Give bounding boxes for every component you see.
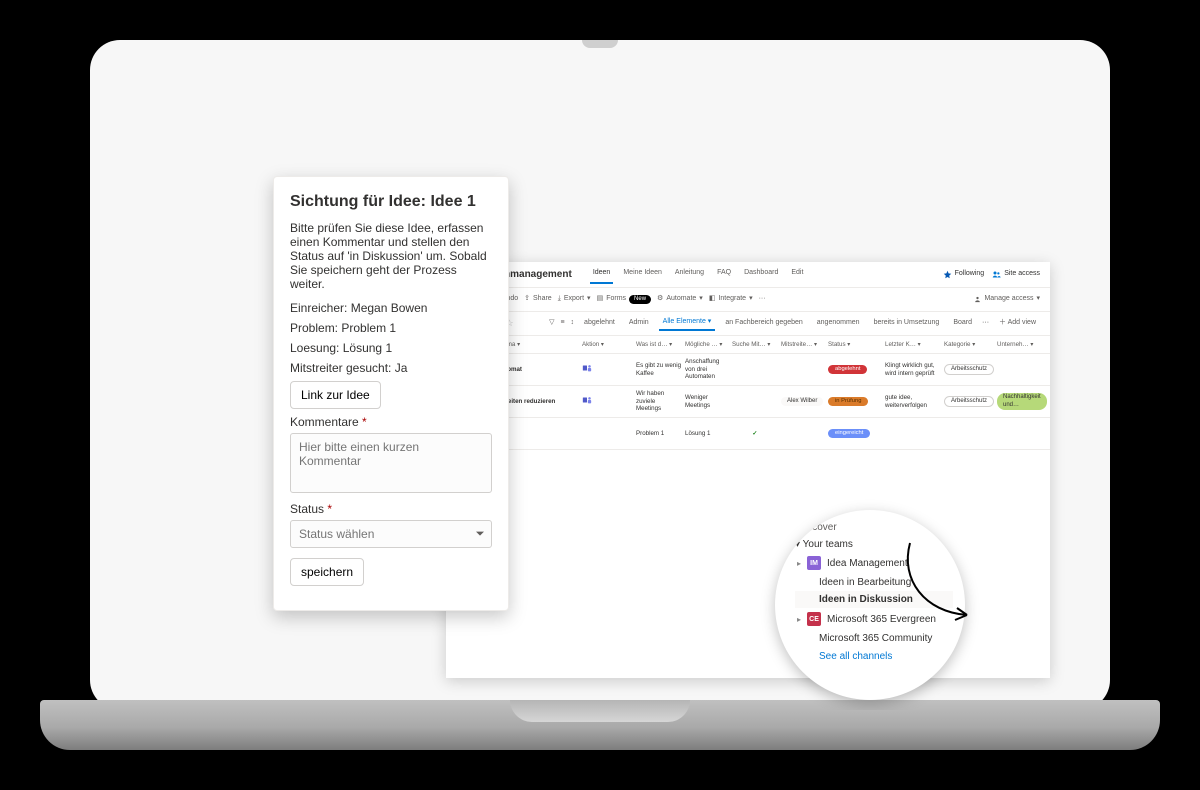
forms-button[interactable]: ▤FormsNew [597,295,651,304]
comment-input[interactable] [290,433,492,493]
team-avatar: CE [807,612,821,626]
share-button[interactable]: ⇪Share [524,295,552,303]
row-kategorie: Arbeitsschutz [944,396,994,407]
see-all-channels-link[interactable]: See all channels [819,651,892,662]
integrate-button[interactable]: ◧Integrate▾ [709,295,753,303]
table-row[interactable]: Meeting Zeiten reduzieren Wir haben zuvi… [446,386,1050,418]
teams-icon[interactable] [582,395,608,407]
nav-tab-anleitung[interactable]: Anleitung [672,265,707,283]
list-header: Ideen ☆ ▽≡↕abgelehntAdminAlle Elemente ▾… [446,312,1050,336]
row-suche: ✓ [732,430,778,437]
status-select[interactable] [290,520,492,548]
command-bar: ＋New▾ ↶Undo ⇪Share ⤓Export▾ ▤FormsNew ⚙A… [446,288,1050,312]
row-kategorie: Arbeitsschutz [944,364,994,375]
save-button[interactable]: speichern [290,558,364,586]
channel-item[interactable]: Microsoft 365 Community [795,630,953,647]
team-avatar: IM [807,556,821,570]
swap-icon[interactable]: ↕ [571,319,575,327]
ideas-table: Idee / Thema ▾Aktion ▾ Was ist d… ▾Mögli… [446,336,1050,450]
nav-tab-meine-ideen[interactable]: Meine Ideen [620,265,665,283]
star-icon [943,270,952,279]
column-header[interactable]: Mitstreite… ▾ [781,341,825,348]
filter-icon[interactable]: ▽ [549,319,554,327]
table-row[interactable]: Kaffeeautomat Es gibt zu wenig KaffeeAns… [446,354,1050,386]
channel-item[interactable]: Ideen in Bearbeitung [795,574,953,591]
column-header[interactable]: Was ist d… ▾ [636,341,682,348]
views-overflow[interactable]: ··· [982,319,989,327]
your-teams-label: ▾ Your teams [795,539,953,550]
teams-zoom-preview: iscover ▾ Your teams ▸IMIdea ManagementI… [775,510,965,700]
add-view-button[interactable]: ＋ Add view [995,317,1040,329]
column-header[interactable]: Unterneh… ▾ [997,341,1043,348]
nav-tab-edit[interactable]: Edit [788,265,806,283]
row-status: eingereicht [828,429,882,439]
team-item[interactable]: ▸IMIdea Management [795,552,953,574]
view-abgelehnt[interactable]: abgelehnt [580,317,619,329]
loesung-field: Loesung: Lösung 1 [290,341,492,355]
person-icon [974,296,981,303]
export-button[interactable]: ⤓Export▾ [558,295,591,303]
column-header[interactable]: Status ▾ [828,341,882,348]
following-link[interactable]: Following [943,270,985,279]
column-header[interactable]: Mögliche … ▾ [685,341,729,348]
row-unternehmen: Nachhaltigkeit und… [997,393,1043,409]
view-an-fachbereich-gegeben[interactable]: an Fachbereich gegeben [721,317,806,329]
manage-access-button[interactable]: Manage access▾ [974,295,1040,303]
row-kommentar: gute idee, weiterverfolgen [885,394,941,409]
review-form-card: Sichtung für Idee: Idee 1 Bitte prüfen S… [273,176,509,611]
view-alle-elemente[interactable]: Alle Elemente ▾ [659,316,716,330]
row-loesung: Lösung 1 [685,430,729,437]
row-was: Problem 1 [636,430,682,437]
view-board[interactable]: Board [949,317,976,329]
nav-tab-faq[interactable]: FAQ [714,265,734,283]
automate-button[interactable]: ⚙Automate▾ [657,295,703,303]
people-icon [992,270,1001,279]
link-to-idea-button[interactable]: Link zur Idee [290,381,381,409]
form-description: Bitte prüfen Sie diese Idee, erfassen ei… [290,221,492,291]
nav-tab-dashboard[interactable]: Dashboard [741,265,781,283]
table-header: Idee / Thema ▾Aktion ▾ Was ist d… ▾Mögli… [446,336,1050,354]
teams-icon[interactable] [582,363,608,375]
column-header[interactable]: Aktion ▾ [582,341,608,348]
row-loesung: Anschaffung von drei Automaten [685,358,729,380]
table-row[interactable]: Idee 1 Problem 1Lösung 1✓eingereicht [446,418,1050,450]
site-access-link[interactable]: Site access [992,270,1040,279]
overflow-button[interactable]: ··· [759,295,766,303]
laptop-base [40,700,1160,750]
problem-field: Problem: Problem 1 [290,321,492,335]
form-title: Sichtung für Idee: Idee 1 [290,193,492,211]
row-status: in Prüfung [828,397,882,407]
team-item[interactable]: ▸CEMicrosoft 365 Evergreen [795,608,953,630]
row-status: abgelehnt [828,365,882,375]
column-header[interactable]: Suche Mit… ▾ [732,341,778,348]
column-header[interactable]: Letzter K… ▾ [885,341,941,348]
status-label: Status * [290,502,492,516]
column-header[interactable] [611,341,633,348]
row-was: Wir haben zuviele Meetings [636,390,682,412]
row-loesung: Weniger Meetings [685,394,729,409]
row-was: Es gibt zu wenig Kaffee [636,362,682,377]
channel-item[interactable]: Ideen in Diskussion [795,591,953,608]
mitstreiter-field: Mitstreiter gesucht: Ja [290,361,492,375]
comment-label: Kommentare * [290,415,492,429]
view-admin[interactable]: Admin [625,317,653,329]
nav-tab-ideen[interactable]: Ideen [590,265,614,283]
row-mitstreiter: Alex Wilber [781,397,825,406]
row-kommentar: Klingt wirklich gut, wird intern geprüft [885,362,941,377]
sort-icon[interactable]: ≡ [560,319,564,327]
view-angenommen[interactable]: angenommen [813,317,864,329]
einreicher-field: Einreicher: Megan Bowen [290,301,492,315]
view-bereits-in-umsetzung[interactable]: bereits in Umsetzung [870,317,944,329]
laptop-mockup: Im Ideenmanagement IdeenMeine IdeenAnlei… [90,40,1110,710]
top-bar: Im Ideenmanagement IdeenMeine IdeenAnlei… [446,262,1050,288]
column-header[interactable]: Kategorie ▾ [944,341,994,348]
